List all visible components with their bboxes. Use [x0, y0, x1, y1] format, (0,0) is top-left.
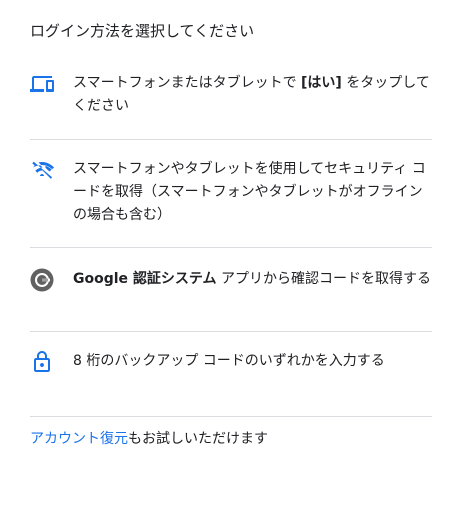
option-google-authenticator[interactable]: Google 認証システム アプリから確認コードを取得する [30, 248, 432, 332]
phone-off-icon [30, 158, 54, 182]
option-tap-yes-text-before: スマートフォンまたはタブレットで [73, 75, 302, 91]
authenticator-text-after: アプリから確認コードを取得する [216, 271, 431, 287]
option-tap-yes[interactable]: スマートフォンまたはタブレットで [はい] をタップしてください [30, 58, 432, 140]
option-tap-yes-bold: [はい] [301, 75, 342, 91]
account-recovery-footer: アカウント復元もお試しいただけます [30, 428, 268, 450]
option-google-authenticator-label: Google 認証システム アプリから確認コードを取得する [73, 268, 432, 291]
sign-in-options-page: ログイン方法を選択してください スマートフォンまたはタブレットで [はい] をタ… [0, 0, 461, 507]
authenticator-app-name: Google 認証システム [73, 271, 217, 287]
option-tap-yes-label: スマートフォンまたはタブレットで [はい] をタップしてください [73, 72, 432, 118]
account-recovery-link[interactable]: アカウント復元 [30, 431, 128, 447]
google-authenticator-icon [30, 268, 54, 292]
sign-in-options-list: スマートフォンまたはタブレットで [はい] をタップしてください スマートフォン… [30, 58, 432, 417]
option-backup-code[interactable]: 8 桁のバックアップ コードのいずれかを入力する [30, 332, 432, 417]
devices-icon [30, 72, 54, 96]
option-security-code[interactable]: スマートフォンやタブレットを使用してセキュリティ コードを取得（スマートフォンや… [30, 140, 432, 248]
account-recovery-suffix: もお試しいただけます [128, 431, 268, 447]
page-title: ログイン方法を選択してください [30, 22, 255, 40]
lock-icon [30, 350, 54, 374]
option-security-code-label: スマートフォンやタブレットを使用してセキュリティ コードを取得（スマートフォンや… [73, 161, 426, 223]
option-backup-code-label: 8 桁のバックアップ コードのいずれかを入力する [73, 353, 385, 369]
